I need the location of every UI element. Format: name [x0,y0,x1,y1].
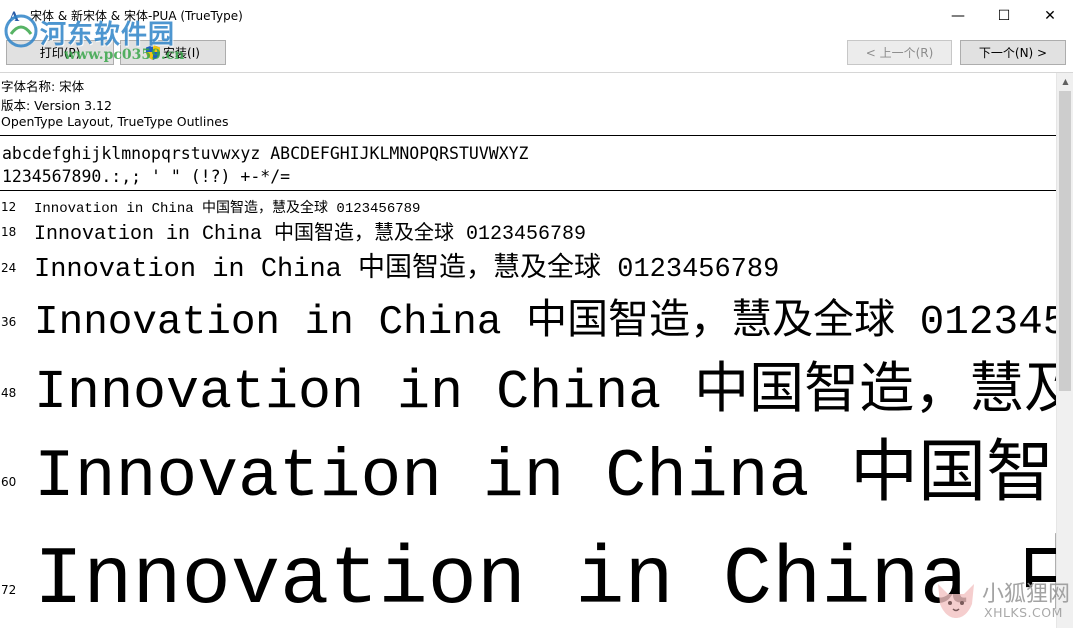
scroll-thumb[interactable] [1059,91,1071,391]
print-button-label: 打印(P) [39,46,81,60]
sample-text-48: Innovation in China 中国智造，慧及全球 0123456789 [34,361,1056,424]
sample-size-label: 18 [1,225,17,239]
divider-line [0,190,1056,191]
sample-text-72: Innovation in China 中国智造，慧及全球 0123456789 [34,534,1056,627]
sample-text-24: Innovation in China 中国智造，慧及全球 0123456789 [34,255,780,285]
vertical-scrollbar[interactable]: ▲ [1056,73,1073,628]
sample-size-label: 60 [1,475,17,489]
print-button[interactable]: 打印(P) [6,40,114,65]
uac-shield-icon [146,45,161,60]
minimize-icon: — [951,8,965,24]
maximize-icon: ☐ [997,8,1011,24]
previous-font-label: < 上一个(R) [865,46,934,60]
font-version-line: 版本: Version 3.12 [1,98,112,113]
sample-text-36: Innovation in China 中国智造，慧及全球 0123456789 [34,300,1056,346]
divider-line [0,135,1056,136]
window-title: 宋体 & 新宋体 & 宋体-PUA (TrueType) [30,9,243,23]
scroll-up-arrow-icon[interactable]: ▲ [1057,73,1073,90]
previous-font-button[interactable]: < 上一个(R) [847,40,952,65]
font-name-line: 字体名称: 宋体 [1,79,85,94]
title-bar: A 宋体 & 新宋体 & 宋体-PUA (TrueType) — ☐ ✕ [0,0,1073,32]
svg-text:A: A [8,10,20,24]
toolbar: 打印(P) 安装(I) < 上一个(R) 下一个(N) > [0,32,1073,72]
font-outline-line: OpenType Layout, TrueType Outlines [1,114,229,129]
maximize-button[interactable]: ☐ [981,0,1027,32]
sample-text-12: Innovation in China 中国智造，慧及全球 0123456789 [34,201,421,217]
sample-size-label: 48 [1,386,17,400]
sample-size-label: 36 [1,315,17,329]
next-font-label: 下一个(N) > [978,46,1048,60]
charset-digits-symbols: 1234567890.:,; ' " (!?) +-*/= [2,167,291,186]
charset-letters: abcdefghijklmnopqrstuvwxyz ABCDEFGHIJKLM… [2,144,529,163]
sample-size-label: 72 [1,583,17,597]
sample-text-60: Innovation in China 中国智造，慧及全球 0123456789 [34,439,1056,516]
close-button[interactable]: ✕ [1027,0,1073,32]
font-file-icon: A [8,10,20,24]
sample-size-label: 24 [1,261,17,275]
close-icon: ✕ [1044,8,1056,24]
install-button-label: 安装(I) [163,46,200,60]
sample-size-label: 12 [1,200,17,214]
font-preview-area[interactable]: 字体名称: 宋体 版本: Version 3.12 OpenType Layou… [0,73,1056,628]
sample-text-18: Innovation in China 中国智造，慧及全球 0123456789 [34,223,587,246]
next-font-button[interactable]: 下一个(N) > [960,40,1066,65]
install-button[interactable]: 安装(I) [120,40,226,65]
minimize-button[interactable]: — [935,0,981,32]
